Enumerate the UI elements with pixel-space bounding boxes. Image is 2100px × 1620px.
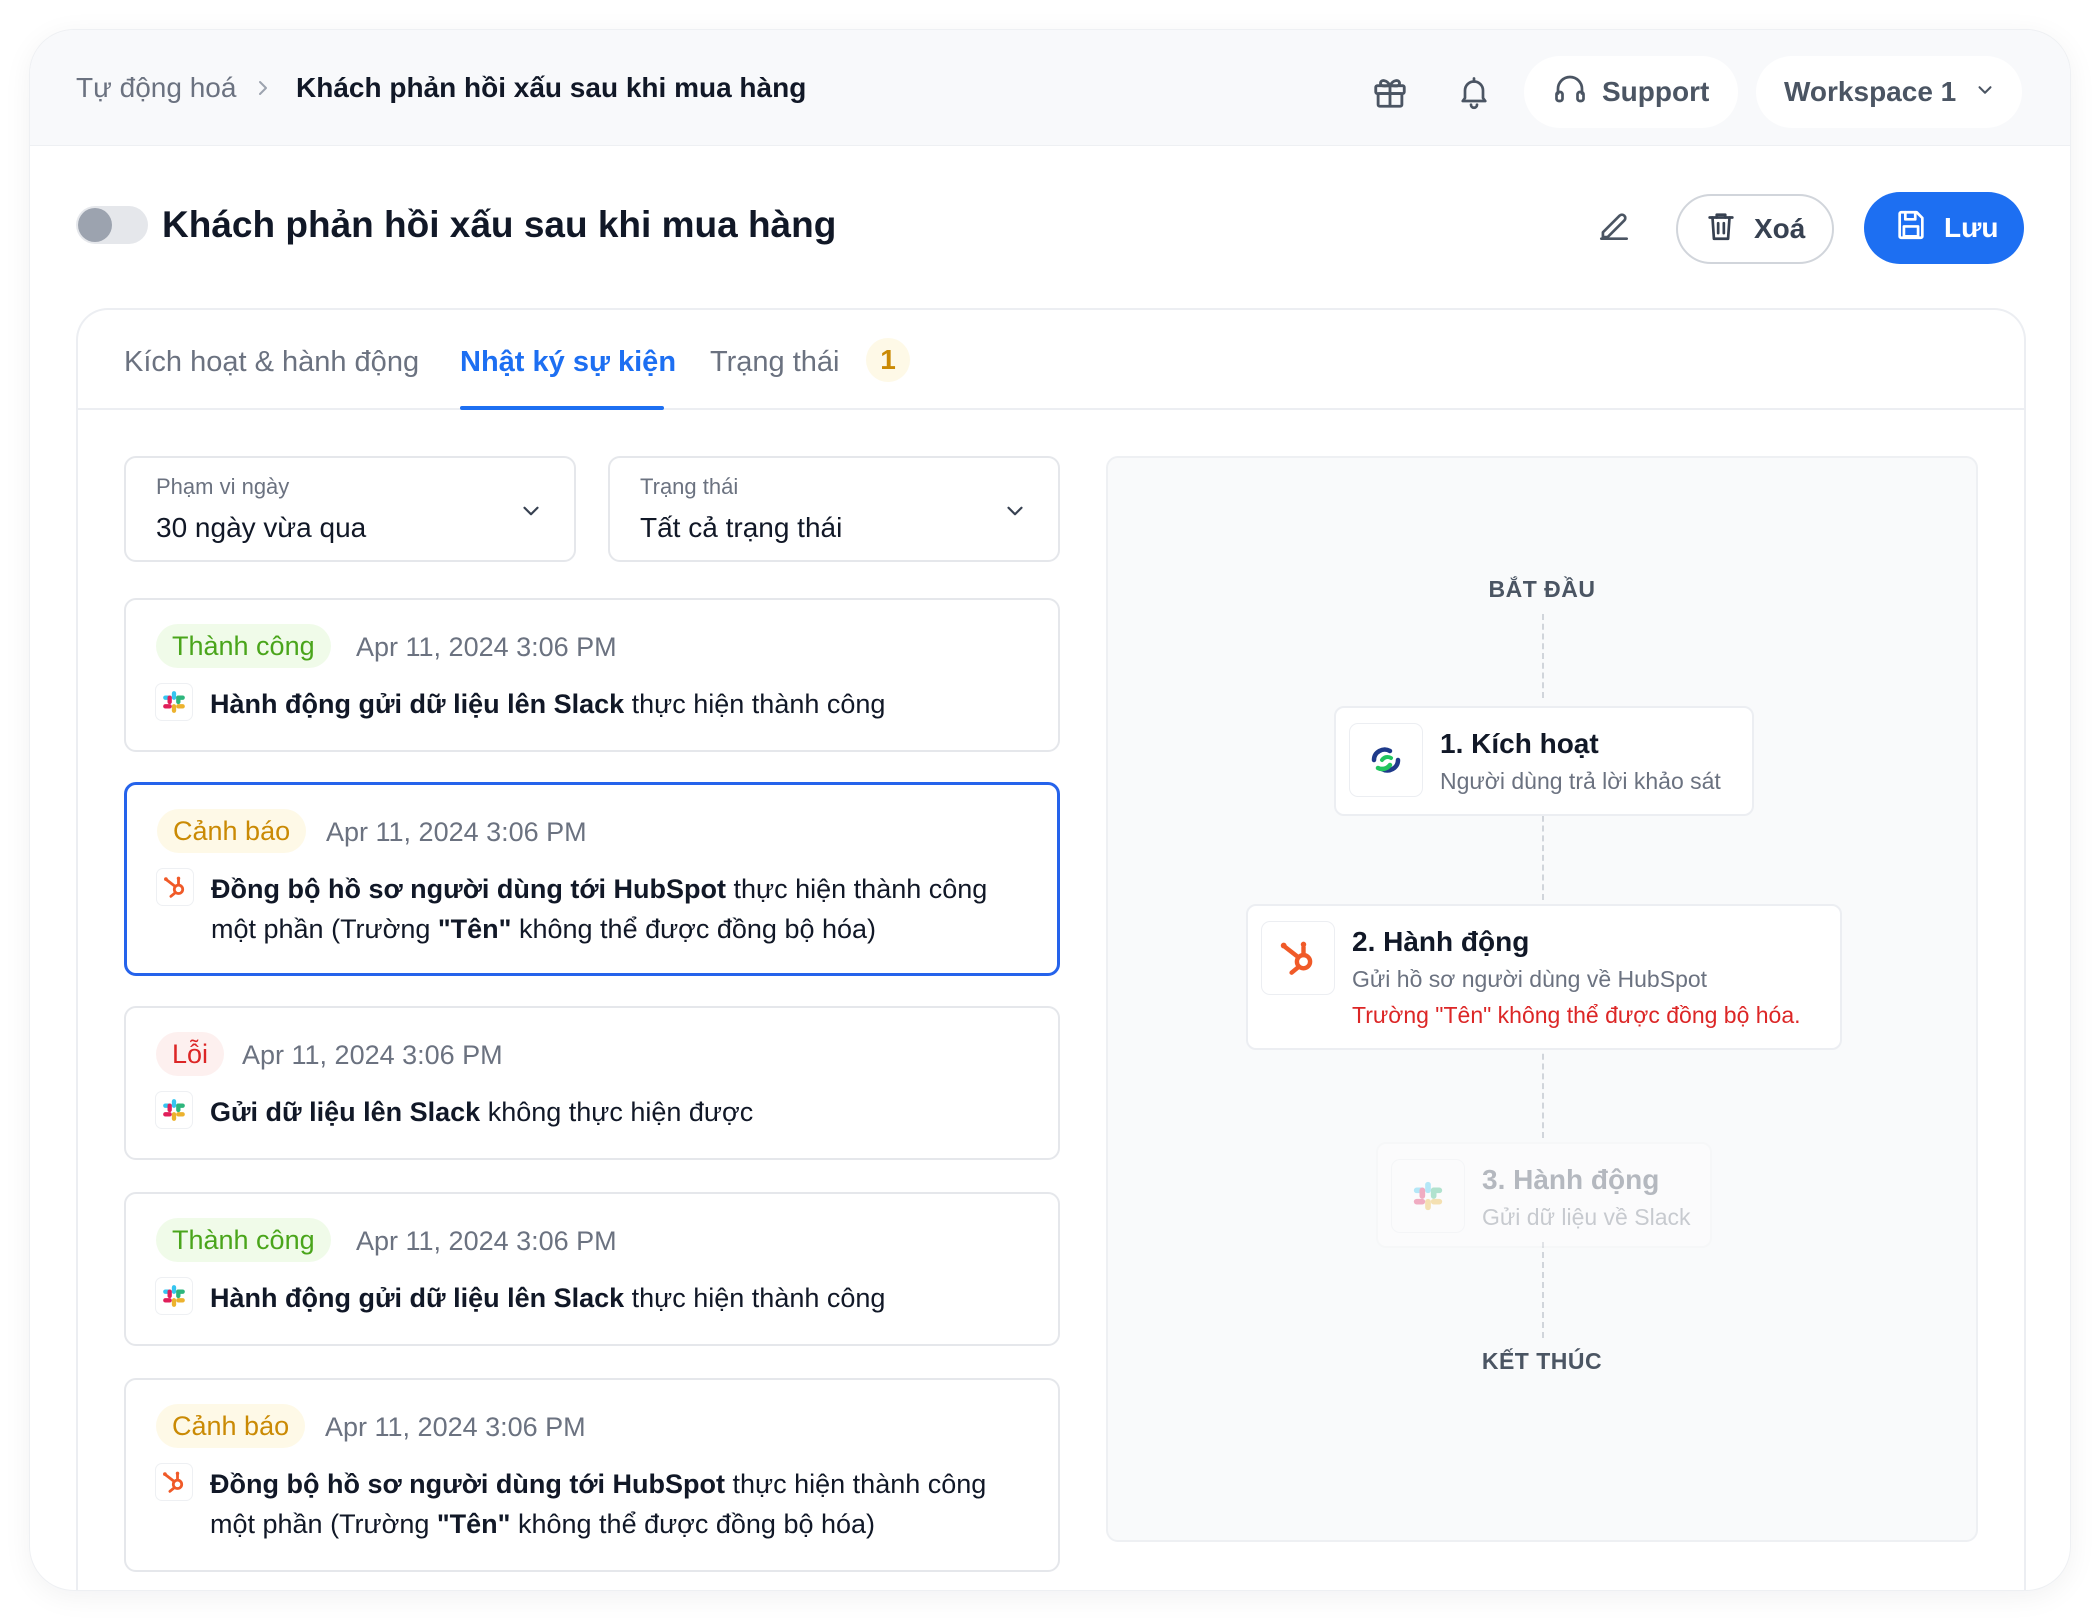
- slack-icon: [1392, 1160, 1464, 1232]
- support-button[interactable]: Support: [1524, 56, 1738, 128]
- flow-connector: [1542, 1242, 1544, 1338]
- active-tab-indicator: [460, 406, 664, 410]
- chevron-right-icon: [256, 74, 272, 107]
- log-entry-selected[interactable]: Cảnh báo Apr 11, 2024 3:06 PM Đồng bộ hồ…: [124, 782, 1060, 976]
- log-message: Hành động gửi dữ liệu lên Slack thực hiệ…: [210, 1283, 886, 1313]
- log-timestamp: Apr 11, 2024 3:06 PM: [325, 1412, 586, 1442]
- status-filter-label: Trạng thái: [640, 474, 739, 499]
- log-timestamp: Apr 11, 2024 3:06 PM: [356, 632, 617, 662]
- headphones-icon: [1552, 71, 1588, 114]
- date-range-value: 30 ngày vừa qua: [156, 512, 367, 543]
- node-title: 3. Hành động: [1482, 1164, 1660, 1195]
- trash-icon: [1704, 208, 1738, 251]
- status-filter-select[interactable]: Trạng thái Tất cả trạng thái: [608, 456, 1060, 562]
- node-title: 1. Kích hoạt: [1440, 728, 1599, 759]
- tab-triggers-actions[interactable]: Kích hoạt & hành động: [124, 346, 419, 379]
- node-subtitle: Gửi dữ liệu về Slack: [1482, 1204, 1691, 1230]
- log-entry[interactable]: Cảnh báo Apr 11, 2024 3:06 PM Đồng bộ hồ…: [124, 1378, 1060, 1572]
- log-message: Hành động gửi dữ liệu lên Slack thực hiệ…: [210, 689, 886, 719]
- flow-end-label: KẾT THÚC: [1481, 1348, 1603, 1374]
- app-window: Tự động hoá Khách phản hồi xấu sau khi m…: [30, 30, 2070, 1590]
- chevron-down-icon: [518, 498, 544, 529]
- slack-icon: [156, 1092, 192, 1128]
- flow-start-label: BẮT ĐẦU: [1488, 576, 1596, 602]
- log-entry[interactable]: Thành công Apr 11, 2024 3:06 PM Hành độn…: [124, 1192, 1060, 1346]
- save-button[interactable]: Lưu: [1864, 192, 2024, 264]
- toggle-knob: [78, 208, 112, 242]
- chevron-down-icon: [1974, 76, 1996, 108]
- save-label: Lưu: [1944, 212, 1999, 243]
- log-entry[interactable]: Thành công Apr 11, 2024 3:06 PM Hành độn…: [124, 598, 1060, 752]
- chevron-down-icon: [1002, 498, 1028, 529]
- enable-toggle[interactable]: [76, 206, 148, 244]
- status-count-badge: 1: [866, 338, 910, 382]
- edit-icon[interactable]: [1588, 200, 1640, 252]
- date-range-label: Phạm vi ngày: [156, 474, 290, 499]
- flow-connector: [1542, 806, 1544, 900]
- status-badge: Cảnh báo: [157, 809, 307, 853]
- log-message: Đồng bộ hồ sơ người dùng tới HubSpot thự…: [210, 1469, 987, 1539]
- tab-event-log[interactable]: Nhật ký sự kiện: [460, 346, 676, 379]
- status-badge: Lỗi: [156, 1032, 225, 1076]
- status-badge: Thành công: [156, 1218, 331, 1262]
- page-title: Khách phản hồi xấu sau khi mua hàng: [162, 204, 837, 245]
- tab-bar: Kích hoạt & hành động Nhật ký sự kiện Tr…: [78, 310, 2024, 410]
- flow-node-action-hubspot[interactable]: 2. Hành động Gửi hồ sơ người dùng về Hub…: [1246, 904, 1842, 1050]
- hubspot-icon: [1262, 922, 1334, 994]
- date-range-select[interactable]: Phạm vi ngày 30 ngày vừa qua: [124, 456, 576, 562]
- node-error-message: Trường "Tên" không thể được đồng bộ hóa.: [1352, 1002, 1801, 1028]
- gift-icon[interactable]: [1368, 70, 1412, 114]
- breadcrumb-current: Khách phản hồi xấu sau khi mua hàng: [296, 72, 807, 103]
- log-timestamp: Apr 11, 2024 3:06 PM: [242, 1040, 503, 1070]
- save-icon: [1894, 208, 1928, 249]
- delete-label: Xoá: [1754, 213, 1806, 244]
- node-subtitle: Gửi hồ sơ người dùng về HubSpot: [1352, 966, 1708, 992]
- support-label: Support: [1602, 76, 1710, 107]
- workflow-diagram: BẮT ĐẦU 1. Kích hoạt Người dùng trả lời …: [1106, 456, 1978, 1542]
- flow-connector: [1542, 614, 1544, 698]
- slack-icon: [156, 684, 192, 720]
- log-message: Đồng bộ hồ sơ người dùng tới HubSpot thự…: [211, 874, 988, 944]
- log-timestamp: Apr 11, 2024 3:06 PM: [356, 1226, 617, 1256]
- flow-node-action-slack[interactable]: 3. Hành động Gửi dữ liệu về Slack: [1376, 1142, 1712, 1248]
- log-timestamp: Apr 11, 2024 3:06 PM: [326, 817, 587, 847]
- status-filter-value: Tất cả trạng thái: [640, 512, 843, 543]
- survey-icon: [1350, 724, 1422, 796]
- node-subtitle: Người dùng trả lời khảo sát: [1440, 768, 1721, 794]
- workspace-label: Workspace 1: [1784, 76, 1957, 107]
- flow-node-trigger[interactable]: 1. Kích hoạt Người dùng trả lời khảo sát: [1334, 706, 1754, 816]
- hubspot-icon: [156, 1464, 192, 1500]
- breadcrumb-root[interactable]: Tự động hoá: [76, 72, 236, 104]
- bell-icon[interactable]: [1452, 70, 1496, 114]
- node-title: 2. Hành động: [1352, 926, 1530, 957]
- top-bar: Tự động hoá Khách phản hồi xấu sau khi m…: [30, 30, 2070, 146]
- flow-connector: [1542, 1044, 1544, 1138]
- log-message: Gửi dữ liệu lên Slack không thực hiện đư…: [210, 1097, 754, 1127]
- log-entry[interactable]: Lỗi Apr 11, 2024 3:06 PM Gửi dữ liệu lên…: [124, 1006, 1060, 1160]
- delete-button[interactable]: Xoá: [1676, 194, 1834, 264]
- status-badge: Thành công: [156, 624, 331, 668]
- status-badge: Cảnh báo: [156, 1404, 306, 1448]
- slack-icon: [156, 1278, 192, 1314]
- workspace-selector[interactable]: Workspace 1: [1756, 56, 2022, 128]
- tab-status[interactable]: Trạng thái: [710, 346, 840, 379]
- hubspot-icon: [157, 869, 193, 905]
- main-card: Kích hoạt & hành động Nhật ký sự kiện Tr…: [76, 308, 2026, 1590]
